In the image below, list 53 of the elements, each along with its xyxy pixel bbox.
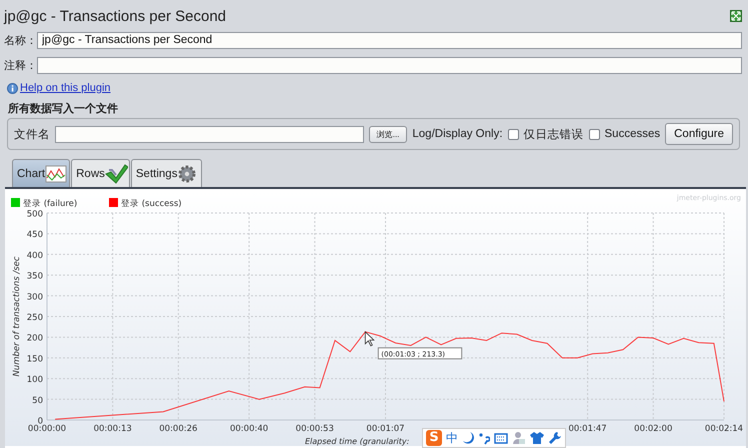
axis-tick-label: 200	[26, 334, 43, 344]
comment-field[interactable]	[37, 56, 742, 74]
checkbox-label: 仅日志错误	[524, 128, 584, 142]
axis-tick-label: 100	[26, 375, 43, 386]
punctuation-icon[interactable]	[478, 431, 490, 445]
checkbox-label: Successes	[604, 128, 660, 140]
browse-button[interactable]: 浏览...	[368, 126, 408, 142]
section-title: 所有数据写入一个文件	[8, 101, 119, 116]
moon-icon[interactable]	[462, 431, 474, 445]
axis-tick-label: 00:01:07	[366, 424, 405, 434]
file-field[interactable]	[55, 126, 364, 142]
name-field[interactable]: jp@gc - Transactions per Second	[37, 32, 742, 48]
axis-tick-label: 00:00:26	[159, 424, 198, 434]
keyboard-icon[interactable]	[494, 432, 508, 444]
legend-label: 登录 (failure)	[23, 199, 78, 209]
axis-tick-label: 250	[26, 313, 43, 323]
legend-label: 登录 (success)	[121, 199, 182, 209]
axis-tick-label: 150	[26, 354, 43, 364]
axis-tick-label: 50	[32, 396, 43, 406]
axis-tick-label: 350	[26, 272, 43, 282]
axis-tick-label: 450	[26, 230, 43, 240]
axis-tick-label: 500	[26, 210, 43, 220]
log-display-label: Log/Display Only:	[412, 128, 503, 140]
axis-tick-label: 00:00:13	[94, 424, 132, 434]
axis-tick-label: 00:01:47	[568, 424, 607, 434]
axis-tick-label: 00:00:53	[296, 424, 334, 434]
wrench-icon[interactable]	[548, 431, 562, 445]
axis-tick-label: 00:00:00	[28, 424, 66, 434]
shirt-icon[interactable]	[530, 431, 544, 445]
field-label: 注释：	[4, 58, 37, 72]
checkbox[interactable]	[588, 128, 600, 140]
axis-tick-label: 0	[38, 416, 43, 426]
expand-icon[interactable]	[730, 10, 742, 22]
configure-button[interactable]: Configure	[665, 123, 733, 145]
tab[interactable]: Rows	[71, 159, 130, 187]
axis-tick-label: 400	[26, 250, 43, 261]
info-icon	[7, 82, 18, 94]
window-title: jp@gc - Transactions per Second	[4, 8, 226, 24]
check-mark-icon	[104, 164, 128, 184]
axis-tick-label: 00:02:00	[634, 424, 672, 434]
y-axis-title: Number of transactions /sec	[12, 256, 22, 377]
file-label: 文件名	[14, 128, 50, 142]
help-link[interactable]: Help on this plugin	[20, 82, 111, 94]
tab[interactable]: Settings	[130, 159, 202, 187]
x-axis-title: Elapsed time (granularity:	[305, 437, 410, 446]
axis-tick-label: 00:00:40	[230, 424, 268, 434]
input-mode-toggle[interactable]: 中	[446, 430, 458, 446]
checkbox[interactable]	[508, 128, 519, 140]
tab[interactable]: Chart	[12, 159, 70, 187]
field-label: 名称：	[4, 32, 37, 48]
line-chart-icon	[45, 164, 68, 184]
axis-tick-label: 00:02:14	[704, 424, 744, 434]
axis-tick-label: 300	[26, 292, 43, 302]
